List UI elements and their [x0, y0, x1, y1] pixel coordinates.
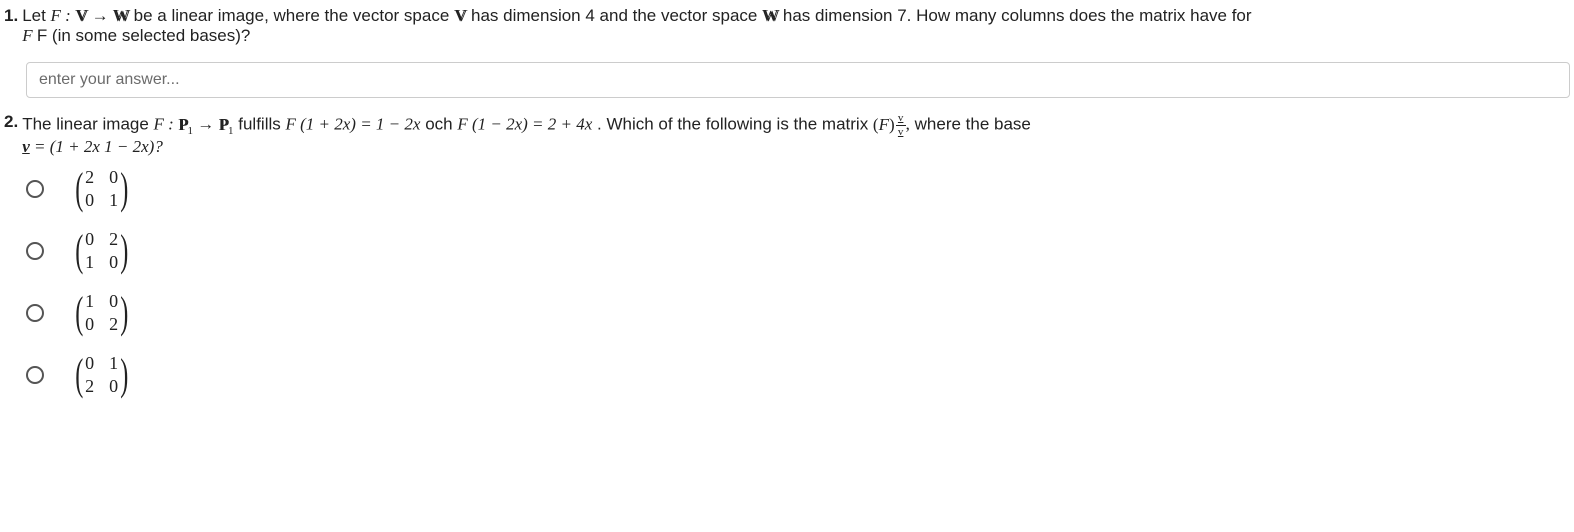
matrix-option-4: ( 0 1 2 0 )	[72, 353, 131, 397]
q1-space-W-2: W	[762, 6, 778, 26]
q1-line2: F F (in some selected bases)?	[22, 26, 250, 45]
q2-v-bot: v	[898, 127, 904, 138]
paren-left-icon: (	[75, 357, 83, 392]
q1-space-W: W	[113, 6, 129, 26]
q1-text-c: has dimension 4 and the vector space	[471, 6, 762, 25]
matrix-option-3: ( 1 0 0 2 )	[72, 291, 131, 335]
question-2-text: The linear image F : P1 → P1 fulfills F …	[22, 112, 1570, 157]
matrix-option-1: ( 2 0 0 1 )	[72, 167, 131, 211]
radio-option-3[interactable]	[26, 304, 44, 322]
paren-right-icon: )	[120, 233, 128, 268]
cell: 1	[109, 353, 119, 374]
radio-option-2[interactable]	[26, 242, 44, 260]
question-2: 2. The linear image F : P1 → P1 fulfills…	[4, 112, 1570, 397]
cell: 2	[85, 167, 95, 188]
q2-text-d: where the base	[915, 115, 1031, 134]
cell: 0	[85, 314, 95, 335]
q2-vfrac: v v	[896, 113, 906, 138]
q1-text-d: has dimension 7. How many columns does t…	[783, 6, 1252, 25]
cell: 0	[85, 353, 95, 374]
q2-fparen-r: )	[889, 115, 895, 135]
cell: 2	[109, 229, 119, 250]
q2-comma: ,	[906, 115, 910, 134]
question-1: 1. Let F : V → W be a linear image, wher…	[4, 6, 1570, 98]
q2-eq1: F (1 + 2x) = 1 − 2x	[285, 115, 420, 134]
radio-option-1[interactable]	[26, 180, 44, 198]
q2-text-b: fulfills	[238, 115, 285, 134]
cell: 0	[109, 376, 119, 397]
q2-matrix-F-notation: (F) v v	[873, 112, 906, 137]
option-4[interactable]: ( 0 1 2 0 )	[26, 353, 1570, 397]
q2-sub-b: 1	[228, 125, 234, 137]
cell: 0	[85, 190, 95, 211]
cell: 1	[85, 291, 95, 312]
matrix-cells-1: 2 0 0 1	[85, 167, 119, 211]
question-1-text: Let F : V → W be a linear image, where t…	[22, 6, 1570, 46]
q2-arrow: →	[193, 115, 219, 134]
paren-left-icon: (	[75, 233, 83, 268]
paren-right-icon: )	[120, 295, 128, 330]
q2-text-a: The linear image	[22, 115, 153, 134]
radio-option-4[interactable]	[26, 366, 44, 384]
cell: 1	[85, 252, 95, 273]
matrix-cells-4: 0 1 2 0	[85, 353, 119, 397]
cell: 2	[85, 376, 95, 397]
paren-right-icon: )	[120, 171, 128, 206]
q2-map-F: F :	[154, 115, 179, 134]
q2-fF: F	[879, 115, 889, 135]
cell: 2	[109, 314, 119, 335]
q1-space-V-2: V	[454, 6, 466, 26]
q1-line2-text: F (in some selected bases)?	[37, 26, 251, 45]
answer-input-q1[interactable]	[26, 62, 1570, 98]
q2-eq2: F (1 − 2x) = 2 + 4x	[457, 115, 592, 134]
paren-left-icon: (	[75, 295, 83, 330]
q2-sub-a: 1	[188, 125, 194, 137]
q2-v-top: v	[898, 113, 904, 124]
q1-map-F: F :	[51, 6, 76, 25]
q1-text-b: be a linear image, where the vector spac…	[134, 6, 454, 25]
q2-options: ( 2 0 0 1 ) ( 0 2 1 0 )	[26, 167, 1570, 397]
cell: 0	[85, 229, 95, 250]
q2-och: och	[425, 115, 457, 134]
paren-left-icon: (	[75, 171, 83, 206]
q1-text-a: Let	[22, 6, 50, 25]
option-2[interactable]: ( 0 2 1 0 )	[26, 229, 1570, 273]
paren-right-icon: )	[120, 357, 128, 392]
q2-space-P1-b: P	[219, 115, 228, 135]
q2-text-c: . Which of the following is the matrix	[597, 115, 873, 134]
matrix-option-2: ( 0 2 1 0 )	[72, 229, 131, 273]
cell: 1	[109, 190, 119, 211]
option-1[interactable]: ( 2 0 0 1 )	[26, 167, 1570, 211]
q2-space-P1-a: P	[178, 115, 187, 135]
q1-space-V: V	[75, 6, 87, 26]
q1-arrow: →	[87, 6, 113, 25]
matrix-cells-3: 1 0 0 2	[85, 291, 119, 335]
q2-basis-v: v	[22, 137, 30, 156]
cell: 0	[109, 167, 119, 188]
question-2-number: 2.	[4, 112, 18, 132]
cell: 0	[109, 252, 119, 273]
option-3[interactable]: ( 1 0 0 2 )	[26, 291, 1570, 335]
matrix-cells-2: 0 2 1 0	[85, 229, 119, 273]
q2-basis-def: = (1 + 2x 1 − 2x)?	[30, 137, 163, 156]
question-1-number: 1.	[4, 6, 18, 26]
cell: 0	[109, 291, 119, 312]
